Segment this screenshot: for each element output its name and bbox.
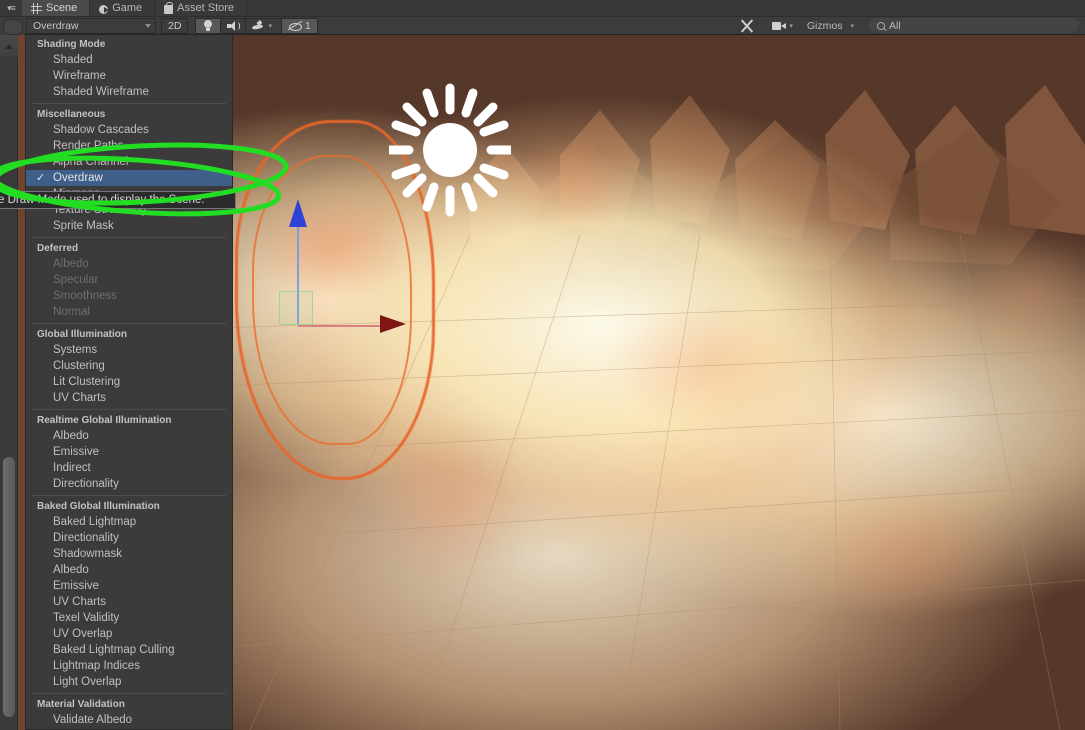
tab-asset-store-label: Asset Store (177, 2, 234, 14)
draw-mode-dropdown[interactable]: Overdraw (26, 18, 156, 34)
left-panel-scrollbar-thumb[interactable] (3, 457, 15, 717)
menu-section-header: Deferred (26, 241, 232, 256)
menu-item[interactable]: Validate Albedo (26, 712, 232, 728)
gizmos-button[interactable]: Gizmos ▾ (801, 18, 863, 34)
menu-separator (32, 103, 226, 104)
gizmo-x-axis-arrow[interactable] (380, 315, 406, 333)
menu-item[interactable]: Directionality (26, 530, 232, 546)
grid-icon (31, 3, 42, 14)
toggle-audio-button[interactable] (220, 18, 246, 34)
scene-camera-button[interactable]: ▾ (766, 18, 802, 34)
chevron-up-icon (5, 44, 13, 49)
menu-item[interactable]: Shadow Cascades (26, 122, 232, 138)
camera-icon (772, 21, 786, 31)
toolbar-toggle-group: ▾ 1 (196, 18, 317, 34)
menu-item: Normal (26, 304, 232, 320)
menu-item[interactable]: Overdraw (26, 170, 232, 186)
camera-chevron-down-icon[interactable]: ▾ (786, 22, 796, 30)
gizmos-label: Gizmos (807, 20, 843, 32)
toggle-lighting-button[interactable] (195, 18, 221, 34)
menu-item[interactable]: Shaded Wireframe (26, 84, 232, 100)
draw-mode-value: Overdraw (33, 20, 79, 32)
store-icon (164, 5, 173, 14)
menu-separator (32, 495, 226, 496)
gizmo-plane-handle[interactable] (279, 291, 313, 325)
menu-item[interactable]: Systems (26, 342, 232, 358)
toggle-2d-button[interactable]: 2D (161, 18, 188, 34)
menu-item[interactable]: Emissive (26, 444, 232, 460)
menu-item[interactable]: Directionality (26, 476, 232, 492)
left-panel-scroll-up-button[interactable] (0, 35, 18, 57)
left-panel-divider (18, 35, 25, 730)
menu-item[interactable]: UV Charts (26, 390, 232, 406)
menu-item: Smoothness (26, 288, 232, 304)
speaker-icon (227, 21, 239, 31)
menu-item[interactable]: Baked Lightmap Culling (26, 642, 232, 658)
menu-section-header: Material Validation (26, 697, 232, 712)
search-value: All (889, 20, 901, 32)
lightbulb-icon (204, 20, 212, 31)
tab-asset-store[interactable]: Asset Store (155, 0, 247, 16)
menu-item: Specular (26, 272, 232, 288)
menu-item[interactable]: Shadowmask (26, 546, 232, 562)
menu-item[interactable]: Lit Clustering (26, 374, 232, 390)
menu-item[interactable]: Sprite Mask (26, 218, 232, 234)
menu-section-header: Realtime Global Illumination (26, 413, 232, 428)
menu-item: Albedo (26, 256, 232, 272)
menu-separator (32, 693, 226, 694)
menu-section-header: Baked Global Illumination (26, 499, 232, 514)
sun-brightness-icon (389, 80, 511, 220)
toggle-hidden-objects-button[interactable]: 1 (281, 18, 318, 34)
gizmos-search-input[interactable]: All (869, 18, 1079, 33)
tab-game-label: Game (112, 2, 142, 14)
gizmos-chevron-down-icon[interactable]: ▾ (847, 22, 857, 30)
scene-view-toolbar: Overdraw 2D ▾ 1 ▾ Gizmos ▾ All (0, 17, 1085, 35)
menu-item[interactable]: Baked Lightmap (26, 514, 232, 530)
menu-item[interactable]: Alpha Channel (26, 154, 232, 170)
menu-item[interactable]: Albedo (26, 562, 232, 578)
menu-item[interactable]: UV Overlap (26, 626, 232, 642)
tab-scene-label: Scene (46, 2, 77, 14)
menu-item[interactable]: Indirect (26, 460, 232, 476)
wrench-icon (740, 19, 755, 33)
menu-item[interactable]: Albedo (26, 428, 232, 444)
toolbar-drag-handle[interactable] (0, 17, 24, 35)
menu-section-header: Miscellaneous (26, 107, 232, 122)
menu-section-header: Global Illumination (26, 327, 232, 342)
window-tab-bar: ▾≡ Scene Game Asset Store (0, 0, 1085, 17)
chevron-down-icon (145, 24, 151, 28)
menu-item[interactable]: Clustering (26, 358, 232, 374)
pacman-icon (99, 5, 108, 14)
panel-menu-icon[interactable]: ▾≡ (0, 0, 22, 16)
menu-separator (32, 237, 226, 238)
draw-mode-tooltip: e Draw Mode used to display the Scene. (0, 191, 236, 209)
effects-chevron-down-icon[interactable]: ▾ (265, 22, 275, 30)
menu-item[interactable]: UV Charts (26, 594, 232, 610)
effects-icon (252, 20, 265, 31)
menu-section-header: Shading Mode (26, 37, 232, 52)
menu-separator (32, 409, 226, 410)
menu-item[interactable]: Shaded (26, 52, 232, 68)
toggle-effects-button[interactable]: ▾ (245, 18, 282, 34)
menu-item[interactable]: Render Paths (26, 138, 232, 154)
gizmo-z-axis-arrow[interactable] (289, 199, 307, 227)
menu-item[interactable]: Wireframe (26, 68, 232, 84)
menu-separator (32, 323, 226, 324)
menu-item[interactable]: Texel Validity (26, 610, 232, 626)
hidden-objects-count: 1 (305, 20, 311, 32)
menu-item[interactable]: Emissive (26, 578, 232, 594)
draw-mode-menu[interactable]: Shading ModeShadedWireframeShaded Wirefr… (25, 35, 233, 730)
scene-tools-button[interactable] (734, 18, 761, 34)
menu-item[interactable]: Lightmap Indices (26, 658, 232, 674)
eye-off-icon (288, 20, 302, 31)
gizmo-x-axis-line (298, 325, 393, 327)
menu-item[interactable]: Light Overlap (26, 674, 232, 690)
search-icon (877, 22, 885, 30)
toggle-2d-label: 2D (168, 20, 181, 32)
tab-game[interactable]: Game (90, 0, 155, 16)
tab-scene[interactable]: Scene (22, 0, 90, 16)
